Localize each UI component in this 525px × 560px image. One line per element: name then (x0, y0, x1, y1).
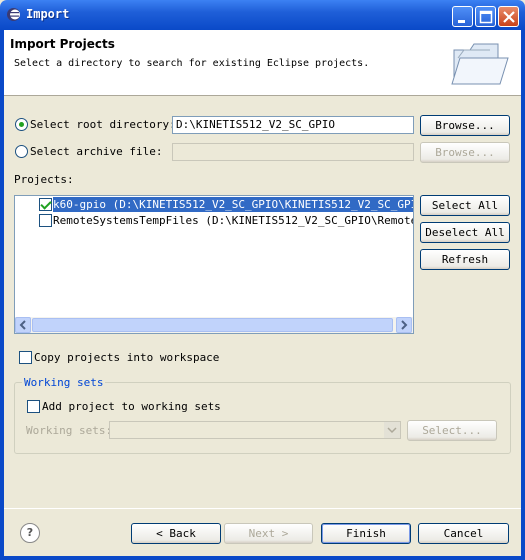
minimize-button[interactable] (452, 6, 473, 27)
working-sets-label: Working sets: (26, 424, 113, 437)
open-folder-icon (451, 43, 509, 85)
root-directory-field[interactable]: D:\KINETIS512_V2_SC_GPIO (172, 116, 414, 134)
chevron-down-icon (387, 427, 397, 434)
scroll-left-button[interactable] (15, 317, 31, 333)
deselect-all-button[interactable]: Deselect All (420, 222, 510, 243)
working-sets-select-button: Select... (407, 420, 497, 441)
copy-projects-checkbox[interactable] (19, 351, 32, 364)
project-checkbox[interactable] (39, 198, 52, 211)
project-checkbox[interactable] (39, 214, 52, 227)
window-title: Import (26, 7, 70, 21)
select-all-button[interactable]: Select All (420, 195, 510, 216)
add-to-working-sets-label[interactable]: Add project to working sets (42, 400, 221, 413)
root-browse-button[interactable]: Browse... (420, 115, 510, 136)
select-root-directory-label[interactable]: Select root directory: (30, 118, 176, 131)
list-item[interactable]: k60-gpio (D:\KINETIS512_V2_SC_GPIO\KINET… (15, 197, 413, 212)
next-button: Next > (224, 523, 313, 544)
select-root-directory-radio[interactable] (15, 118, 28, 131)
projects-list[interactable]: k60-gpio (D:\KINETIS512_V2_SC_GPIO\KINET… (14, 195, 414, 334)
refresh-button[interactable]: Refresh (420, 249, 510, 270)
close-button[interactable] (498, 6, 519, 27)
project-name: k60-gpio (D:\KINETIS512_V2_SC_GPIO\KINET… (53, 197, 413, 212)
footer-separator (4, 508, 521, 509)
copy-projects-label[interactable]: Copy projects into workspace (34, 351, 219, 364)
chevron-right-icon (401, 320, 408, 330)
finish-button[interactable]: Finish (321, 523, 411, 544)
archive-browse-button: Browse... (420, 142, 510, 163)
maximize-button[interactable] (475, 6, 496, 27)
add-to-working-sets-checkbox[interactable] (27, 400, 40, 413)
projects-label: Projects: (14, 173, 74, 186)
maximize-icon (479, 10, 493, 24)
page-description: Select a directory to search for existin… (14, 58, 370, 69)
working-sets-combo (109, 421, 401, 439)
project-name: RemoteSystemsTempFiles (D:\KINETIS512_V2… (53, 214, 414, 227)
archive-file-field (172, 143, 414, 161)
title-bar[interactable]: Import (0, 0, 525, 30)
working-sets-title: Working sets (22, 376, 106, 389)
chevron-left-icon (19, 320, 26, 330)
close-icon (503, 11, 515, 23)
help-icon[interactable]: ? (20, 523, 40, 543)
back-button[interactable]: < Back (131, 523, 221, 544)
scroll-right-button[interactable] (396, 317, 412, 333)
select-archive-file-radio[interactable] (15, 145, 28, 158)
wizard-banner: Import Projects Select a directory to se… (4, 30, 521, 96)
dropdown-arrow (384, 422, 400, 438)
working-sets-group: Working sets (14, 376, 511, 454)
select-archive-file-label[interactable]: Select archive file: (30, 145, 162, 158)
cancel-button[interactable]: Cancel (418, 523, 509, 544)
minimize-icon (458, 20, 465, 23)
scroll-thumb[interactable] (32, 318, 393, 332)
eclipse-app-icon (7, 8, 20, 21)
page-title: Import Projects (10, 37, 115, 51)
horizontal-scrollbar[interactable] (15, 317, 413, 333)
list-item[interactable]: RemoteSystemsTempFiles (D:\KINETIS512_V2… (15, 213, 413, 228)
